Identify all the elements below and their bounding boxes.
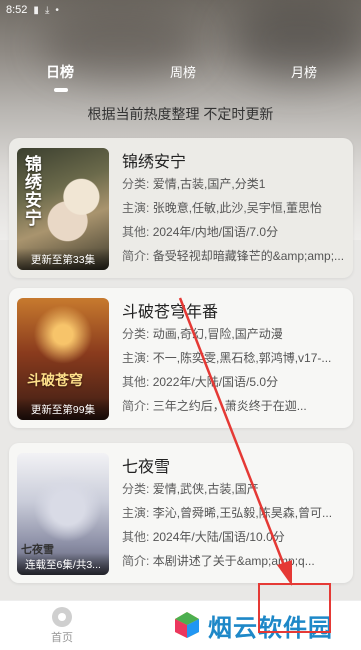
cast-row: 主演: 李沁,曾舜晞,王弘毅,陈昊森,曾可... [122,506,333,520]
active-tab-indicator [54,88,68,92]
episode-badge: 连载至6集/共3... [17,553,109,575]
list-item[interactable]: 斗破苍穹 更新至第99集 斗破苍穹年番 分类: 动画,奇幻,冒险,国产动漫 主演… [9,288,353,428]
home-icon [52,607,72,627]
poster-image[interactable]: 斗破苍穹 更新至第99集 [17,298,109,420]
category-row: 分类: 爱情,武侠,古装,国产 [122,482,259,496]
other-row: 其他: 2024年/内地/国语/7.0分 [122,225,279,239]
nav-home[interactable]: 首页 [44,607,80,645]
intro-row: 简介: 备受轻视却暗藏锋芒的&amp;amp;... [122,249,345,263]
status-bar: 8:52 ▮ ⤓ • [0,0,361,20]
drama-title[interactable]: 锦绣安宁 [122,148,348,172]
cast-row: 主演: 张晚意,任敏,此沙,吴宇恒,董思怡 [122,201,323,215]
tab-weekly[interactable]: 周榜 [170,62,196,81]
episode-badge: 更新至第99集 [17,398,109,420]
poster-art-title: 斗破苍穹 [27,373,83,389]
status-time: 8:52 [6,4,28,16]
intro-row: 简介: 本剧讲述了关于&amp;amp;q... [122,554,315,568]
watermark-logo-icon [175,612,199,638]
other-row: 其他: 2022年/大陆/国语/5.0分 [122,375,279,389]
drama-title[interactable]: 斗破苍穹年番 [122,298,348,322]
cast-row: 主演: 不一,陈奕雯,黑石稔,郭鸿博,v17-... [122,351,332,365]
list-item[interactable]: 七夜雪 连载至6集/共3... 七夜雪 分类: 爱情,武侠,古装,国产 主演: … [9,443,353,583]
nav-home-label: 首页 [51,632,73,644]
poster-image[interactable]: 锦绣安宁 更新至第33集 [17,148,109,270]
list-item[interactable]: 锦绣安宁 更新至第33集 锦绣安宁 分类: 爱情,古装,国产,分类1 主演: 张… [9,138,353,278]
category-row: 分类: 动画,奇幻,冒险,国产动漫 [122,327,283,341]
highlight-box [258,583,331,633]
tab-daily[interactable]: 日榜 [46,62,74,82]
ranking-subtitle: 根据当前热度整理 不定时更新 [87,106,274,122]
episode-badge: 更新至第33集 [17,248,109,270]
drama-title[interactable]: 七夜雪 [122,453,348,477]
category-row: 分类: 爱情,古装,国产,分类1 [122,177,266,191]
tab-monthly[interactable]: 月榜 [291,62,317,81]
sim-icon: ▮ [33,4,39,16]
poster-art-title: 锦绣安宁 [25,155,42,229]
dot-icon: • [55,4,59,16]
poster-image[interactable]: 七夜雪 连载至6集/共3... [17,453,109,575]
download-icon: ⤓ [44,4,50,16]
other-row: 其他: 2024年/大陆/国语/10.0分 [122,530,285,544]
intro-row: 简介: 三年之约后，萧炎终于在迦... [122,399,307,413]
